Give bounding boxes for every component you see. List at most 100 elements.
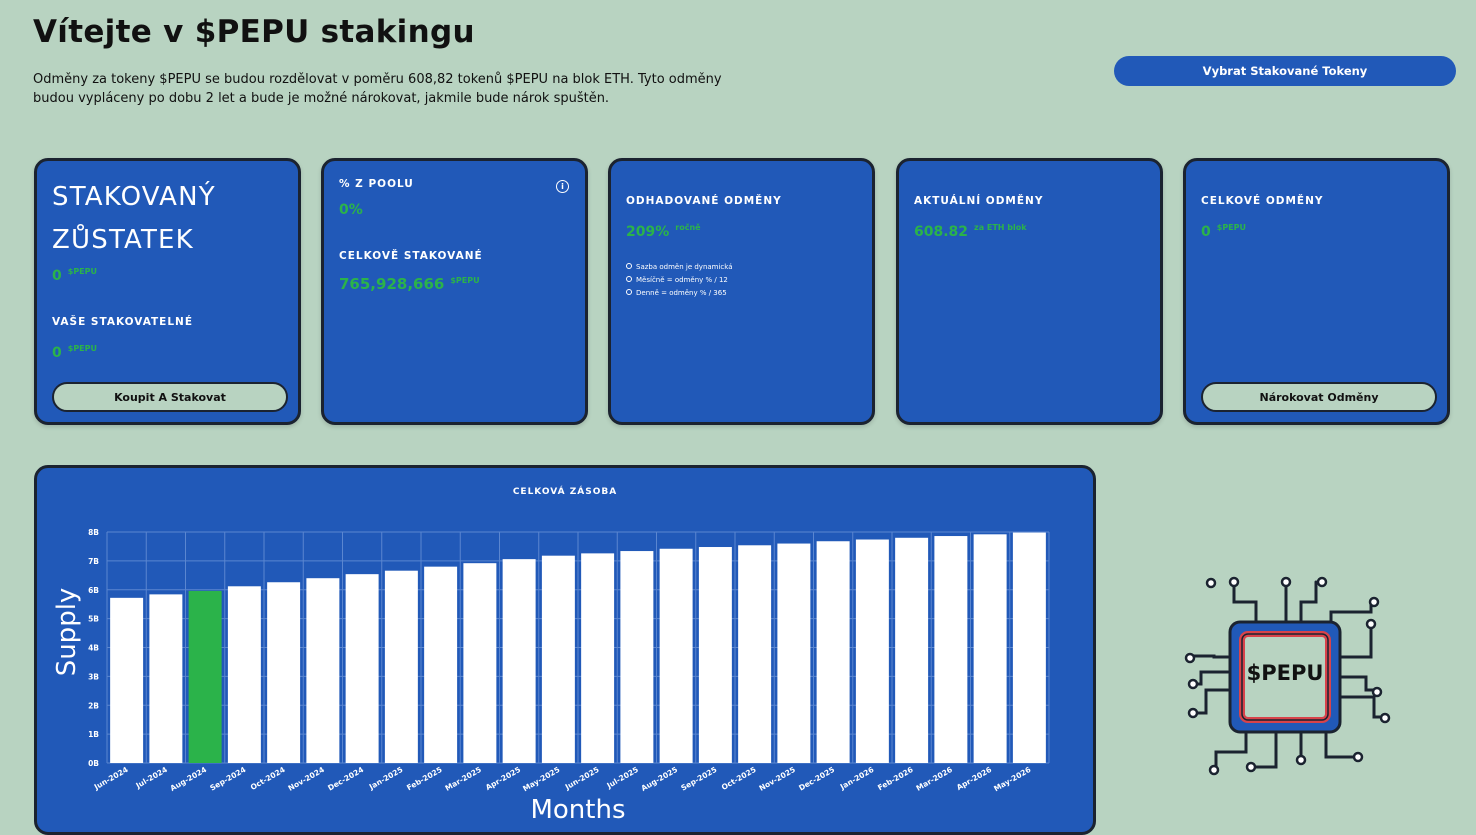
y-tick-label: 0B <box>88 759 99 768</box>
pool-percent-label: % Z POOLU <box>339 178 414 190</box>
total-supply-chart: CELKOVÁ ZÁSOBA 0B 1B 2B 3B 4B 5B 6B 7B 8B Jun-2024… <box>52 485 1050 820</box>
staked-balance-title-line2: ZŮSTATEK <box>52 225 194 255</box>
bar <box>895 537 929 763</box>
y-tick-label: 4B <box>88 644 99 653</box>
current-rewards-card: AKTUÁLNÍ ODMĚNY 608.82 za ETH blok <box>896 158 1163 425</box>
total-staked-unit: $PEPU <box>450 276 480 285</box>
x-tick-label: Jan-2026 <box>838 765 876 792</box>
staked-balance-title-line1: STAKOVANÝ <box>52 182 216 212</box>
reward-note: Sazba odměn je dynamická <box>626 261 733 274</box>
total-staked-label: CELKOVĚ STAKOVANÉ <box>339 250 483 262</box>
current-rewards-unit: za ETH blok <box>974 223 1027 232</box>
bar <box>188 590 222 763</box>
x-axis-label: Months <box>530 795 625 820</box>
y-tick-label: 3B <box>88 672 99 681</box>
pool-card: % Z POOLU i 0% CELKOVĚ STAKOVANÉ 765,928… <box>321 158 588 425</box>
stakeable-number: 0 <box>52 345 62 361</box>
bar <box>463 563 497 763</box>
chip-icon: $PEPU <box>1184 576 1391 776</box>
x-tick-label: Feb-2025 <box>405 765 444 792</box>
buy-and-stake-button[interactable]: Koupit A Stakovat <box>52 382 288 412</box>
chart-title: CELKOVÁ ZÁSOBA <box>513 485 617 497</box>
page-title: Vítejte v $PEPU stakingu <box>33 14 475 50</box>
x-tick-label: Aug-2024 <box>169 765 209 793</box>
x-tick-label: Mar-2026 <box>915 765 954 793</box>
pool-percent-number: 0% <box>339 202 363 218</box>
staked-balance-unit: $PEPU <box>67 267 98 276</box>
bar <box>149 594 183 763</box>
bar <box>110 597 144 763</box>
reward-note: Měsíčně = odměny % / 12 <box>626 274 733 287</box>
total-rewards-number: 0 <box>1201 224 1211 240</box>
x-tick-label: Nov-2024 <box>286 765 325 793</box>
withdraw-staked-button[interactable]: Vybrat Stakované Tokeny <box>1114 56 1456 86</box>
x-tick-label: Feb-2026 <box>876 765 915 792</box>
claim-rewards-button[interactable]: Nárokovat Odměny <box>1201 382 1437 412</box>
estimated-rewards-card: ODHADOVANÉ ODMĚNY 209% ročně Sazba odměn … <box>608 158 875 425</box>
bar <box>267 582 301 763</box>
bar <box>384 570 418 763</box>
x-tick-label: Jul-2025 <box>604 765 639 791</box>
total-supply-chart-card: CELKOVÁ ZÁSOBA 0B 1B 2B 3B 4B 5B 6B 7B 8B Jun-2024… <box>34 465 1096 835</box>
staked-balance-number: 0 <box>52 268 62 284</box>
stakeable-label: VAŠE STAKOVATELNÉ <box>52 316 193 328</box>
total-rewards-card: CELKOVÉ ODMĚNY 0 $PEPU Nárokovat Odměny <box>1183 158 1450 425</box>
y-tick-label: 2B <box>88 701 99 710</box>
x-tick-label: Jun-2025 <box>563 765 601 792</box>
current-rewards-label: AKTUÁLNÍ ODMĚNY <box>914 195 1044 207</box>
logo-text: $PEPU <box>1247 661 1324 685</box>
bar <box>581 553 615 763</box>
y-tick-label: 5B <box>88 615 99 624</box>
total-staked-number: 765,928,666 <box>339 275 445 293</box>
current-rewards-number: 608.82 <box>914 224 969 240</box>
bar <box>973 534 1007 763</box>
x-tick-label: Jun-2024 <box>92 765 130 792</box>
bar <box>934 536 968 763</box>
x-tick-label: Oct-2024 <box>249 765 287 792</box>
total-staked-value: 765,928,666 $PEPU <box>339 274 480 293</box>
x-tick-label: May-2026 <box>992 765 1032 793</box>
stakeable-value: 0 $PEPU <box>52 342 97 361</box>
bar <box>1012 532 1046 763</box>
bar <box>855 539 889 763</box>
y-tick-label: 1B <box>88 730 99 739</box>
x-tick-label: Mar-2025 <box>444 765 483 793</box>
estimated-rewards-label: ODHADOVANÉ ODMĚNY <box>626 195 782 207</box>
x-tick-label: Sep-2024 <box>208 765 247 793</box>
x-tick-label: Apr-2026 <box>955 765 993 792</box>
bar <box>227 586 261 763</box>
stakeable-unit: $PEPU <box>67 344 98 353</box>
staked-balance-card: STAKOVANÝ ZŮSTATEK 0 $PEPU VAŠE STAKOVATE… <box>34 158 301 425</box>
bar <box>541 555 575 763</box>
y-axis-label: Supply <box>52 588 82 677</box>
info-icon[interactable]: i <box>556 180 569 193</box>
x-tick-label: Aug-2025 <box>640 765 680 793</box>
x-tick-label: Dec-2024 <box>326 765 365 793</box>
estimated-rewards-unit: ročně <box>675 223 701 232</box>
staked-balance-title: STAKOVANÝ ZŮSTATEK <box>52 176 216 262</box>
total-rewards-label: CELKOVÉ ODMĚNY <box>1201 195 1324 207</box>
staked-balance-value: 0 $PEPU <box>52 265 97 284</box>
y-tick-label: 6B <box>88 586 99 595</box>
bar <box>659 548 693 763</box>
bar <box>698 547 732 763</box>
current-rewards-value: 608.82 za ETH blok <box>914 221 1027 240</box>
bar <box>345 574 379 763</box>
x-tick-label: Nov-2025 <box>757 765 796 793</box>
bar <box>620 551 654 763</box>
total-rewards-unit: $PEPU <box>1216 223 1247 232</box>
intro-text: Odměny za tokeny $PEPU se budou rozdělov… <box>33 72 722 106</box>
bar <box>777 543 811 763</box>
estimated-rewards-number: 209% <box>626 224 670 240</box>
x-tick-label: Oct-2025 <box>720 765 758 792</box>
reward-note: Denně = odměny % / 365 <box>626 287 733 300</box>
y-tick-label: 8B <box>88 528 99 537</box>
bar <box>738 545 772 763</box>
x-tick-label: May-2025 <box>521 765 561 793</box>
bar <box>816 541 850 763</box>
total-rewards-value: 0 $PEPU <box>1201 221 1246 240</box>
x-tick-label: Sep-2025 <box>679 765 718 793</box>
bar <box>502 559 536 763</box>
estimated-rewards-value: 209% ročně <box>626 221 701 240</box>
x-tick-label: Dec-2025 <box>797 765 836 793</box>
